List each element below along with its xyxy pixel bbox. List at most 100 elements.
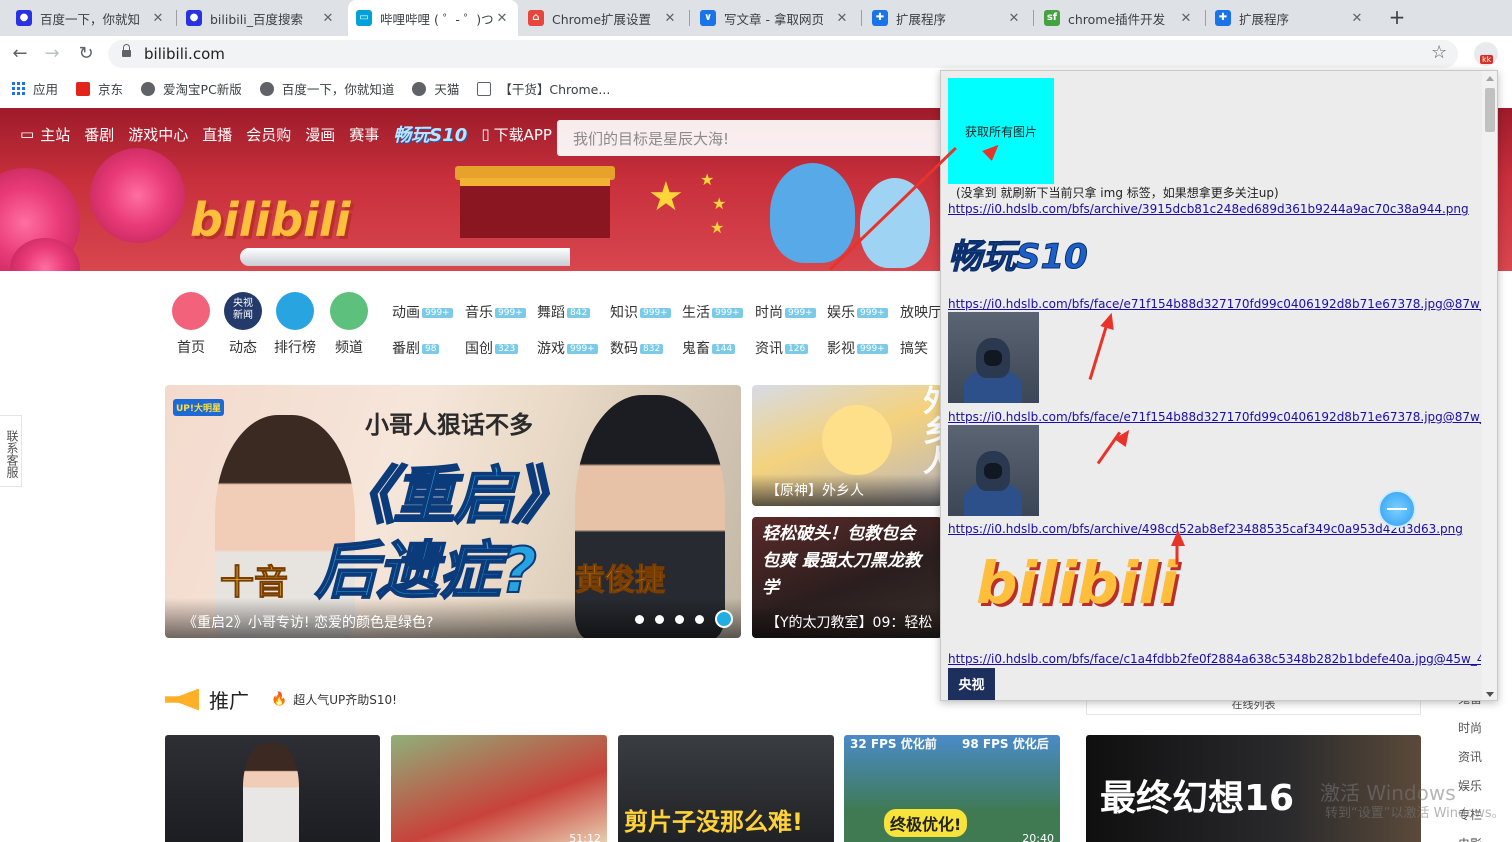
category-life[interactable]: 生活 999+ (682, 302, 743, 322)
video-thumb-3[interactable]: 剪片子没那么难! (618, 735, 834, 842)
scroll-thumb[interactable] (1485, 88, 1495, 132)
popup-note: (没拿到 就刷新下当前只拿 img 标签，如果想拿更多关注up) (956, 186, 1279, 200)
category-game[interactable]: 游戏 999+ (537, 338, 598, 358)
tv-icon: ▭ (20, 125, 35, 143)
category-dance[interactable]: 舞蹈 842 (537, 302, 591, 322)
carousel-dot[interactable] (655, 614, 664, 624)
tab-bilibili[interactable]: ▭ 哔哩哔哩 ( ゜- ゜)つ ✕ (348, 0, 518, 36)
get-all-images-button[interactable]: 获取所有图片 (948, 78, 1054, 184)
category-digital[interactable]: 数码 832 (610, 338, 664, 358)
bookmark-baidu[interactable]: 百度一下，你就知道 (259, 79, 394, 98)
close-icon[interactable]: ✕ (494, 11, 510, 26)
back-arrow-icon[interactable]: ← (8, 42, 32, 66)
carousel-dot-active[interactable] (715, 610, 733, 628)
tab-chrome-plugin-dev[interactable]: sf chrome插件开发 ✕ (1036, 0, 1202, 36)
close-icon[interactable]: ✕ (150, 11, 166, 26)
tab-baidu-search[interactable]: ● bilibili_百度搜索 ✕ (178, 0, 344, 36)
bookmark-chrome-article[interactable]: 【干货】Chrome... (477, 79, 610, 98)
nav-anime[interactable]: 番剧 (84, 124, 114, 145)
bookmark-label: 天猫 (434, 82, 460, 97)
tab-extensions-2[interactable]: ✚ 扩展程序 ✕ (1207, 0, 1373, 36)
bookmark-tmall[interactable]: 天猫 (412, 79, 459, 98)
carousel-dot[interactable] (635, 614, 644, 624)
category-music[interactable]: 音乐 999+ (465, 302, 526, 322)
tab-write-article[interactable]: ∨ 写文章 - 拿取网页 ✕ (692, 0, 858, 36)
nav-live[interactable]: 直播 (202, 124, 232, 145)
popup-scrollbar[interactable] (1482, 71, 1497, 700)
category-fashion[interactable]: 时尚 999+ (755, 302, 816, 322)
promo-subtitle[interactable]: 超人气UP齐助S10! (293, 691, 397, 708)
dynamic-channel-icon[interactable]: 央视 新闻 (224, 292, 262, 330)
scroll-up-icon[interactable] (1486, 76, 1494, 81)
category-funny[interactable]: 搞笑 (900, 338, 928, 358)
address-bar[interactable]: bilibili.com ☆ (108, 40, 1458, 68)
category-guochuang[interactable]: 国创 323 (465, 338, 519, 358)
tab-extensions[interactable]: ✚ 扩展程序 ✕ (864, 0, 1030, 36)
close-icon[interactable]: ✕ (662, 11, 678, 26)
forward-arrow-icon[interactable]: → (40, 42, 64, 66)
side-card-monster-hunter[interactable]: 轻松破头！包教包会 包爽 最强太刀黑龙教学 【Y的太刀教室】09：轻松 (752, 517, 942, 638)
side-card-genshin[interactable]: 外乡人 【原神】外乡人 (752, 385, 942, 506)
floating-assistant-icon[interactable] (1378, 490, 1416, 528)
carousel-dot[interactable] (675, 614, 684, 624)
nav-manga[interactable]: 漫画 (305, 124, 335, 145)
nav-mall[interactable]: 会员购 (246, 124, 291, 145)
bookmark-taobao[interactable]: 爱淘宝PC新版 (141, 79, 242, 98)
bookmark-star-icon[interactable]: ☆ (1431, 42, 1447, 63)
image-url-link[interactable]: https://i0.hdslb.com/bfs/face/e71f154b88… (948, 410, 1481, 424)
nav-main[interactable]: 主站 (40, 124, 70, 145)
image-url-link[interactable]: https://i0.hdslb.com/bfs/face/c1a4fdbb2f… (948, 652, 1481, 666)
video-thumb-1[interactable] (165, 735, 380, 842)
new-tab-button[interactable]: + (1385, 6, 1409, 30)
right-nav-item[interactable]: 时尚 (1440, 719, 1512, 736)
right-nav-item[interactable]: 电影 (1440, 835, 1512, 842)
peony-decoration (90, 148, 185, 243)
channels-icon[interactable] (330, 292, 368, 330)
right-nav-item[interactable]: 资讯 (1440, 748, 1512, 765)
channel-ranking[interactable]: 排行榜 (270, 337, 320, 357)
category-ent[interactable]: 娱乐 999+ (827, 302, 888, 322)
channel-channels[interactable]: 频道 (324, 337, 374, 357)
category-news[interactable]: 资讯 126 (755, 338, 809, 358)
lock-icon[interactable] (122, 44, 131, 59)
nav-s10[interactable]: 畅玩S10 (393, 121, 467, 147)
nav-esports[interactable]: 赛事 (349, 124, 379, 145)
home-icon: ⌂ (528, 10, 544, 26)
nav-download-app[interactable]: 下载APP (494, 124, 552, 145)
close-icon[interactable]: ✕ (1178, 11, 1194, 26)
main-carousel[interactable]: UP!大明星 小哥人狠话不多 《重启》 后遗症? 十音 黄俊捷 《重启2》小哥专… (165, 385, 741, 638)
carousel-dot[interactable] (695, 614, 704, 624)
side-card-art-text: 轻松破头！包教包会 包爽 最强太刀黑龙教学 (762, 524, 921, 598)
category-film[interactable]: 影视 999+ (827, 338, 888, 358)
home-channel-icon[interactable] (172, 292, 210, 330)
reload-icon[interactable]: ↻ (74, 42, 98, 66)
url-text[interactable]: bilibili.com (144, 45, 225, 63)
tab-baidu[interactable]: ● 百度一下，你就知 ✕ (8, 0, 174, 36)
video-thumb-4[interactable]: 32 FPS 优化前 98 FPS 优化后 终极优化! 20:40 (844, 735, 1060, 842)
close-icon[interactable]: ✕ (1349, 11, 1365, 26)
category-anime[interactable]: 动画 999+ (392, 302, 453, 322)
3d-character-art (243, 743, 299, 842)
channel-dynamic[interactable]: 动态 (218, 337, 268, 357)
category-cinema[interactable]: 放映厅 (900, 302, 942, 322)
bookmark-apps[interactable]: 应用 (12, 79, 58, 98)
image-url-link[interactable]: https://i0.hdslb.com/bfs/archive/3915dcb… (948, 202, 1481, 216)
image-url-link[interactable]: https://i0.hdslb.com/bfs/face/e71f154b88… (948, 297, 1481, 311)
category-knowledge[interactable]: 知识 999+ (610, 302, 671, 322)
category-bangumi[interactable]: 番剧 98 (392, 338, 440, 358)
channel-home[interactable]: 首页 (166, 337, 216, 357)
tab-label: bilibili_百度搜索 (210, 11, 303, 27)
close-icon[interactable]: ✕ (834, 11, 850, 26)
close-icon[interactable]: ✕ (1006, 11, 1022, 26)
video-thumb-2[interactable]: 51:12 (391, 735, 607, 842)
zhihu-v-icon: ∨ (700, 10, 716, 26)
search-input[interactable]: 我们的目标是星辰大海! (557, 120, 947, 156)
category-kichiku[interactable]: 鬼畜 144 (682, 338, 736, 358)
bookmark-jd[interactable]: 京东 (76, 79, 123, 98)
contact-service-button[interactable]: 联系客服 (0, 415, 22, 487)
close-icon[interactable]: ✕ (320, 11, 336, 26)
nav-game-center[interactable]: 游戏中心 (128, 124, 188, 145)
ranking-channel-icon[interactable] (276, 292, 314, 330)
tab-chrome-ext-settings[interactable]: ⌂ Chrome扩展设置 ✕ (520, 0, 686, 36)
scroll-down-icon[interactable] (1486, 692, 1494, 697)
